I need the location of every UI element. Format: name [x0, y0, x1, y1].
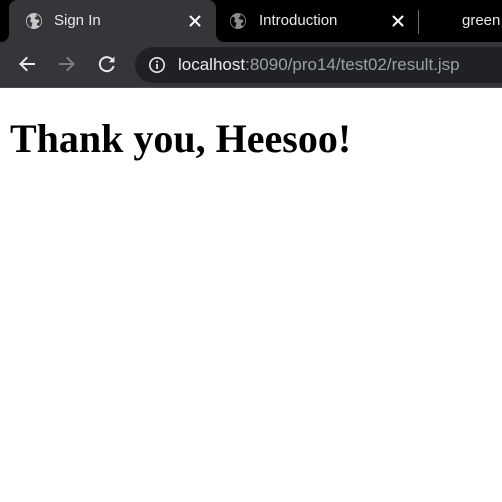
page-heading: Thank you, Heesoo!: [10, 116, 352, 161]
tab-introduction[interactable]: Introduction: [216, 0, 418, 42]
back-arrow-icon[interactable]: [16, 53, 38, 75]
reload-icon[interactable]: [96, 53, 118, 75]
globe-icon: [229, 12, 247, 30]
tab-green[interactable]: green: [419, 0, 502, 42]
info-icon[interactable]: [148, 56, 166, 74]
tab-title: Sign In: [54, 12, 101, 29]
tab-sign-in[interactable]: Sign In: [9, 0, 216, 42]
globe-icon: [25, 12, 43, 30]
tab-strip: Sign In Introduction green: [0, 0, 502, 42]
address-bar[interactable]: localhost:8090/pro14/test02/result.jsp: [135, 47, 502, 83]
forward-arrow-icon[interactable]: [56, 53, 78, 75]
url-path: :8090/pro14/test02/result.jsp: [245, 55, 460, 74]
url-host: localhost: [178, 55, 246, 74]
url-text[interactable]: localhost:8090/pro14/test02/result.jsp: [178, 56, 460, 74]
close-icon[interactable]: [187, 13, 203, 29]
browser-window: Sign In Introduction green localhost:809…: [0, 0, 502, 502]
browser-toolbar: localhost:8090/pro14/test02/result.jsp: [0, 42, 502, 87]
tab-title: green: [462, 12, 501, 29]
page-content: Thank you, Heesoo!: [0, 88, 502, 502]
close-icon[interactable]: [390, 13, 406, 29]
tab-title: Introduction: [259, 12, 338, 29]
